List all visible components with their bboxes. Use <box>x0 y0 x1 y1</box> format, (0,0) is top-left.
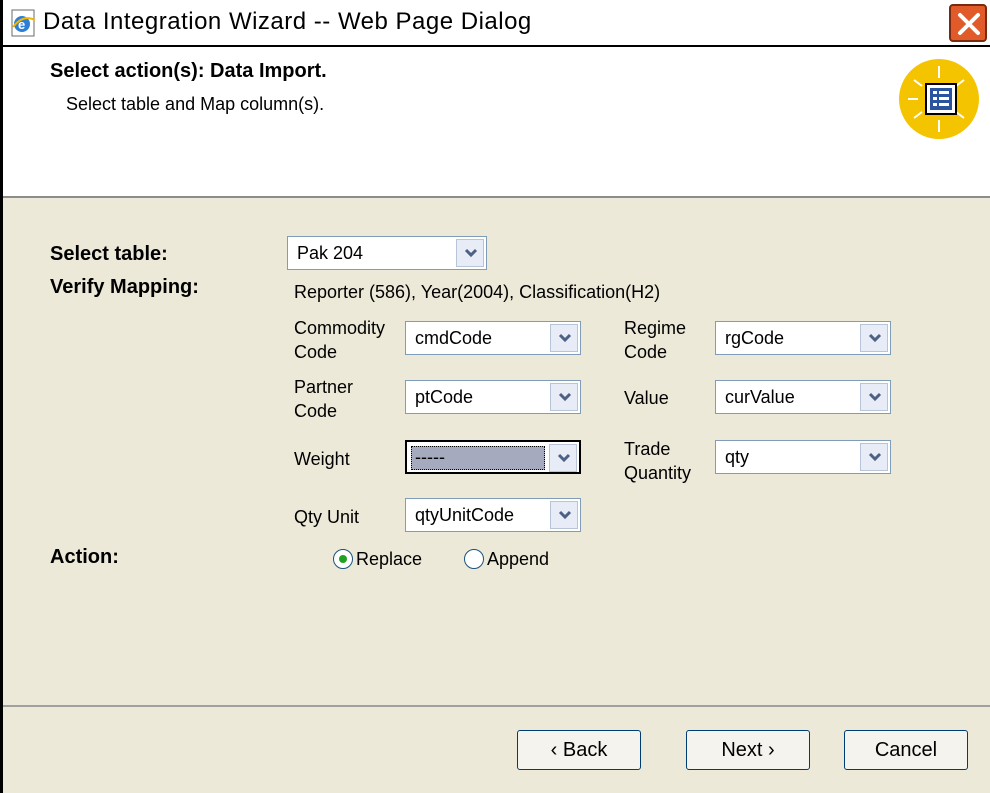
trade-quantity-label-2: Quantity <box>624 463 692 483</box>
select-table-label: Select table: <box>50 243 168 265</box>
partner-code-select[interactable]: ptCode <box>405 380 581 414</box>
commodity-code-select[interactable]: cmdCode <box>405 321 581 355</box>
radio-selected-dot <box>339 555 347 563</box>
append-radio-label[interactable]: Append <box>487 549 549 570</box>
trade-quantity-select[interactable]: qty <box>715 440 891 474</box>
weight-value: ----- <box>411 446 545 470</box>
dropdown-arrow-icon[interactable] <box>860 383 888 411</box>
window-title: Data Integration Wizard -- Web Page Dial… <box>43 8 532 35</box>
value-select[interactable]: curValue <box>715 380 891 414</box>
mapping-info: Reporter (586), Year(2004), Classificati… <box>294 282 661 302</box>
partner-code-label-2: Code <box>294 401 338 421</box>
regime-code-value: rgCode <box>725 328 785 348</box>
select-table-dropdown[interactable]: Pak 204 <box>287 236 487 270</box>
back-button[interactable]: ‹ Back <box>517 730 641 770</box>
partner-code-value: ptCode <box>415 387 474 407</box>
cancel-button[interactable]: Cancel <box>844 730 968 770</box>
regime-code-select[interactable]: rgCode <box>715 321 891 355</box>
append-radio[interactable] <box>464 549 484 569</box>
regime-code-label-2: Code <box>624 342 668 362</box>
title-bar: e Data Integration Wizard -- Web Page Di… <box>3 0 990 47</box>
next-button[interactable]: Next › <box>686 730 810 770</box>
regime-code-label-1: Regime <box>624 318 687 338</box>
step-subtitle: Select table and Map column(s). <box>66 94 325 114</box>
commodity-code-label-1: Commodity <box>294 318 386 338</box>
footer-divider <box>3 705 990 707</box>
trade-quantity-value: qty <box>725 447 750 467</box>
dropdown-arrow-icon[interactable] <box>456 239 484 267</box>
select-table-value: Pak 204 <box>297 243 364 263</box>
replace-radio[interactable] <box>333 549 353 569</box>
weight-select[interactable]: ----- <box>405 440 581 474</box>
dropdown-arrow-icon[interactable] <box>550 383 578 411</box>
commodity-code-label-2: Code <box>294 342 338 362</box>
weight-label: Weight <box>294 449 350 469</box>
dropdown-arrow-icon[interactable] <box>549 444 577 472</box>
close-icon <box>958 13 980 35</box>
dropdown-arrow-icon[interactable] <box>550 501 578 529</box>
close-button[interactable] <box>949 4 987 42</box>
wizard-lightbulb-icon <box>899 59 979 139</box>
dropdown-arrow-icon[interactable] <box>550 324 578 352</box>
trade-quantity-label-1: Trade <box>624 439 671 459</box>
step-title: Select action(s): Data Import. <box>50 60 327 82</box>
action-label: Action: <box>50 546 119 568</box>
qty-unit-value: qtyUnitCode <box>415 505 515 525</box>
replace-radio-label[interactable]: Replace <box>356 549 422 570</box>
value-label: Value <box>624 388 669 408</box>
qty-unit-select[interactable]: qtyUnitCode <box>405 498 581 532</box>
dropdown-arrow-icon[interactable] <box>860 324 888 352</box>
verify-mapping-label: Verify Mapping: <box>50 276 199 298</box>
commodity-code-value: cmdCode <box>415 328 493 348</box>
dropdown-arrow-icon[interactable] <box>860 443 888 471</box>
partner-code-label-1: Partner <box>294 377 354 397</box>
qty-unit-label: Qty Unit <box>294 507 360 527</box>
wizard-dialog: e Data Integration Wizard -- Web Page Di… <box>0 0 990 793</box>
value-select-value: curValue <box>725 387 795 407</box>
ie-page-icon: e <box>11 9 36 37</box>
